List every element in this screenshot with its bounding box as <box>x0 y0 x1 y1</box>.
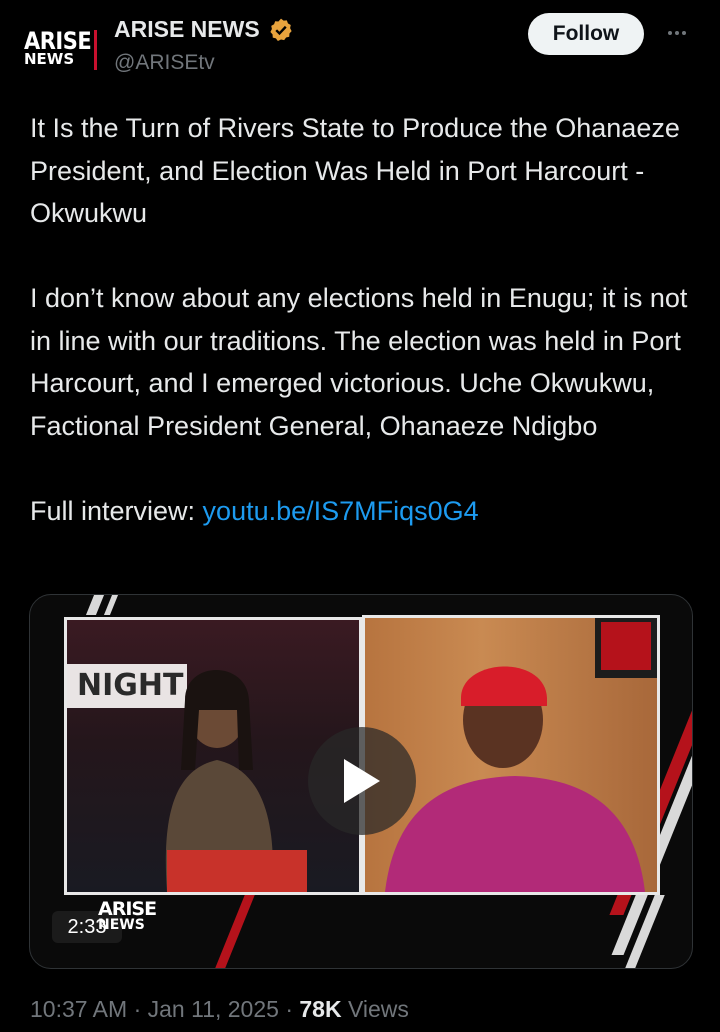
video-media[interactable]: NIGHT 2:33 ARISE NEWS <box>29 594 693 969</box>
avatar[interactable]: ARISE NEWS <box>24 24 100 74</box>
tweet-interview-line: Full interview: youtu.be/IS7MFiqs0G4 <box>30 490 700 533</box>
verified-badge-icon[interactable] <box>268 17 294 43</box>
post-date[interactable]: Jan 11, 2025 <box>148 996 279 1022</box>
decor-stripe <box>85 595 105 615</box>
meta-separator: · <box>285 996 293 1022</box>
display-name[interactable]: ARISE NEWS <box>114 16 260 43</box>
play-button[interactable] <box>308 727 416 835</box>
interview-link[interactable]: youtu.be/IS7MFiqs0G4 <box>203 496 479 526</box>
views-count: 78K <box>299 996 342 1022</box>
tweet-headline: It Is the Turn of Rivers State to Produc… <box>30 113 680 228</box>
avatar-logo-line1: ARISE <box>24 27 92 55</box>
more-dot <box>675 31 679 35</box>
tweet-text: It Is the Turn of Rivers State to Produc… <box>30 107 700 532</box>
more-dot <box>668 31 672 35</box>
watermark-line1: ARISE <box>98 898 157 920</box>
play-icon <box>344 759 380 803</box>
avatar-logo-bar <box>94 30 97 70</box>
meta-separator: · <box>133 996 142 1022</box>
author-name-row[interactable]: ARISE NEWS <box>114 16 294 43</box>
views-label: Views <box>347 996 409 1022</box>
author-handle[interactable]: @ARISEtv <box>114 51 215 75</box>
post-time[interactable]: 10:37 AM <box>30 996 127 1022</box>
tweet-body: I don’t know about any elections held in… <box>30 283 688 441</box>
decor-stripe <box>103 595 119 615</box>
channel-watermark: ARISE NEWS <box>98 898 157 934</box>
follow-button[interactable]: Follow <box>528 13 644 55</box>
more-dot <box>682 31 686 35</box>
interview-prefix: Full interview: <box>30 495 203 526</box>
decor-stripe <box>215 895 255 968</box>
tweet-meta: 10:37 AM · Jan 11, 2025 · 78K Views <box>30 996 409 1023</box>
more-options-icon[interactable] <box>662 18 692 48</box>
